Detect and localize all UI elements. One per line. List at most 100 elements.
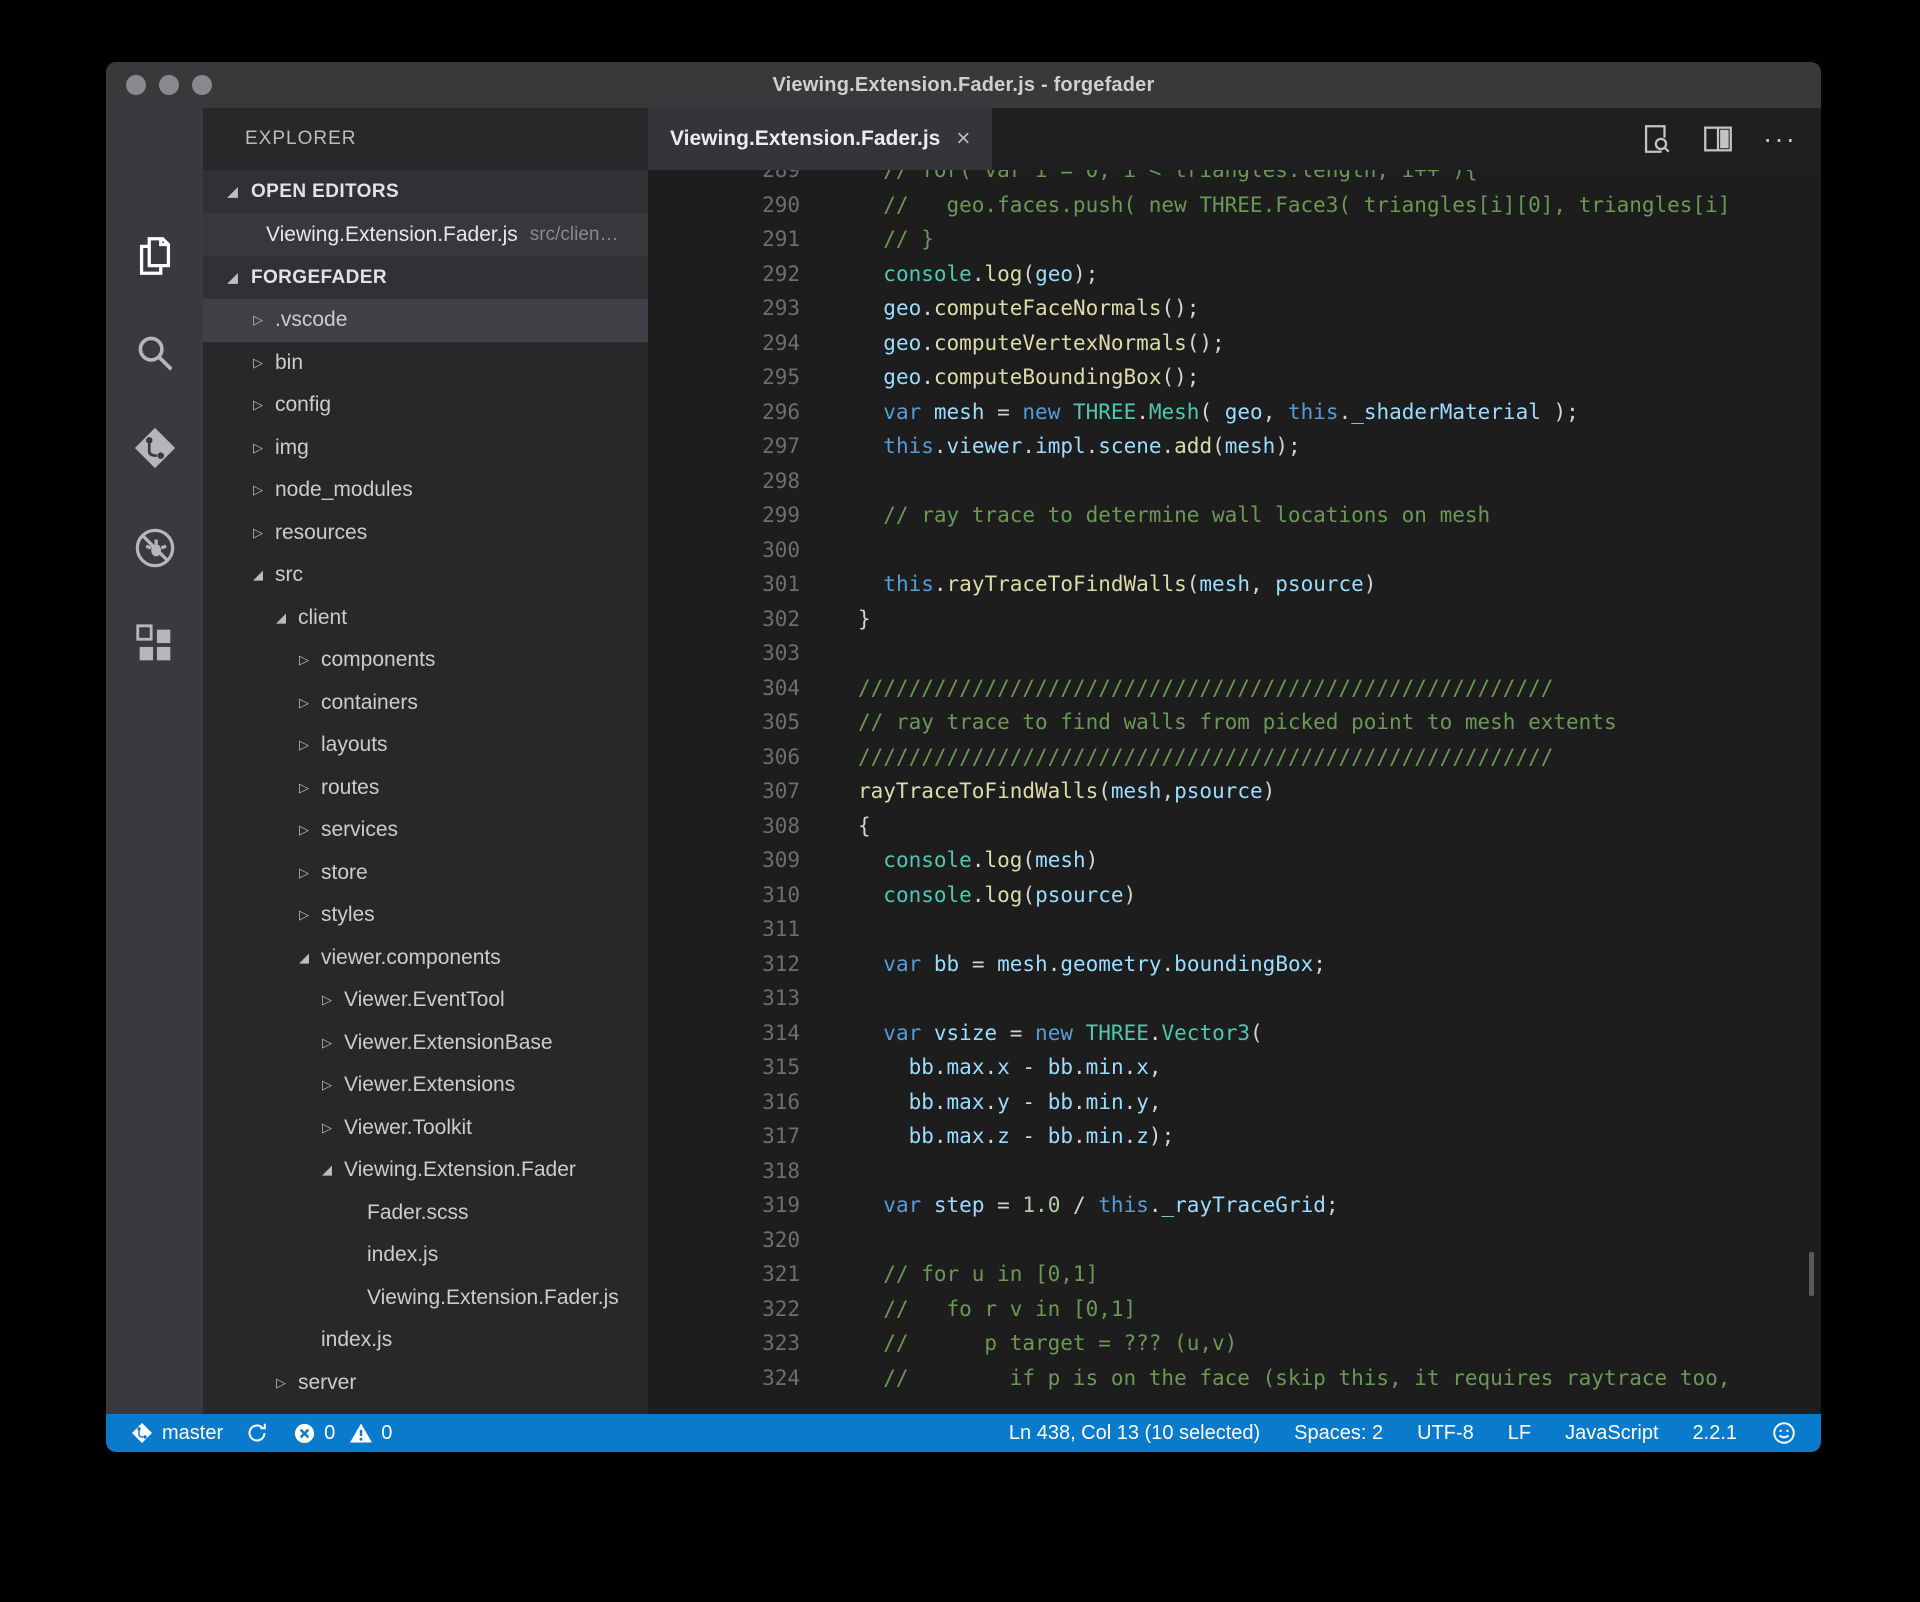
status-language-mode[interactable]: JavaScript [1565,1422,1658,1445]
chevron-collapsed-icon[interactable]: ▷ [296,652,312,668]
more-actions-icon[interactable]: ··· [1763,123,1797,155]
code-line[interactable]: 311 [648,912,1821,947]
tree-item-store[interactable]: ▷store [203,852,648,895]
open-preview-icon[interactable] [1639,122,1673,156]
code-line[interactable]: 315 bb.max.x - bb.min.x, [648,1050,1821,1085]
chevron-collapsed-icon[interactable]: ▷ [296,907,312,923]
tree-item-resources[interactable]: ▷resources [203,512,648,555]
tree-item-styles[interactable]: ▷styles [203,894,648,937]
project-root-header[interactable]: ◢ FORGEFADER [203,256,648,299]
problems-indicator[interactable]: 0 0 [293,1421,392,1445]
status-cursor-position[interactable]: Ln 438, Col 13 (10 selected) [1009,1422,1260,1445]
code-line[interactable]: 320 [648,1223,1821,1258]
open-editor-item[interactable]: Viewing.Extension.Fader.js src/clien… [203,213,648,256]
code-line[interactable]: 323 // p target = ??? (u,v) [648,1326,1821,1361]
code-line[interactable]: 322 // fo r v in [0,1] [648,1292,1821,1327]
close-window-button[interactable] [126,75,146,95]
code-line[interactable]: 305// ray trace to find walls from picke… [648,705,1821,740]
code-line[interactable]: 307rayTraceToFindWalls(mesh,psource) [648,774,1821,809]
tree-item-containers[interactable]: ▷containers [203,682,648,725]
search-icon[interactable] [131,329,179,377]
tab-viewing-extension-fader[interactable]: Viewing.Extension.Fader.js × [648,108,992,170]
tree-item--vscode[interactable]: ▷.vscode [203,299,648,342]
tree-item-node-modules[interactable]: ▷node_modules [203,469,648,512]
code-line[interactable]: 297 this.viewer.impl.scene.add(mesh); [648,429,1821,464]
code-line[interactable]: 319 var step = 1.0 / this._rayTraceGrid; [648,1188,1821,1223]
chevron-collapsed-icon[interactable]: ▷ [250,397,266,413]
code-line[interactable]: 318 [648,1154,1821,1189]
zoom-window-button[interactable] [192,75,212,95]
chevron-expanded-icon[interactable]: ◢ [319,1162,335,1178]
chevron-collapsed-icon[interactable]: ▷ [296,695,312,711]
code-line[interactable]: 292 console.log(geo); [648,257,1821,292]
tree-item-index-js[interactable]: index.js [203,1234,648,1277]
chevron-expanded-icon[interactable]: ◢ [296,950,312,966]
tree-item-server[interactable]: ▷server [203,1362,648,1405]
code-line[interactable]: 308{ [648,809,1821,844]
tree-item-layouts[interactable]: ▷layouts [203,724,648,767]
tree-item-routes[interactable]: ▷routes [203,767,648,810]
tree-item-config[interactable]: ▷config [203,384,648,427]
open-editors-header[interactable]: ◢ OPEN EDITORS [203,170,648,213]
code-line[interactable]: 316 bb.max.y - bb.min.y, [648,1085,1821,1120]
code-line[interactable]: 289 // for( var i = 0; i < triangles.len… [648,170,1821,188]
code-line[interactable]: 303 [648,636,1821,671]
chevron-collapsed-icon[interactable]: ▷ [319,1077,335,1093]
chevron-collapsed-icon[interactable]: ▷ [319,1120,335,1136]
code-line[interactable]: 296 var mesh = new THREE.Mesh( geo, this… [648,395,1821,430]
code-line[interactable]: 314 var vsize = new THREE.Vector3( [648,1016,1821,1051]
code-line[interactable]: 301 this.rayTraceToFindWalls(mesh, psour… [648,567,1821,602]
code-line[interactable]: 306/////////////////////////////////////… [648,740,1821,775]
tree-item-img[interactable]: ▷img [203,427,648,470]
code-line[interactable]: 298 [648,464,1821,499]
code-line[interactable]: 295 geo.computeBoundingBox(); [648,360,1821,395]
tree-item-index-js[interactable]: index.js [203,1319,648,1362]
chevron-collapsed-icon[interactable]: ▷ [296,865,312,881]
sync-icon[interactable] [245,1421,269,1445]
chevron-collapsed-icon[interactable]: ▷ [250,525,266,541]
tree-item-fader-scss[interactable]: Fader.scss [203,1192,648,1235]
code-line[interactable]: 302} [648,602,1821,637]
code-line[interactable]: 312 var bb = mesh.geometry.boundingBox; [648,947,1821,982]
git-branch-indicator[interactable]: master [130,1421,223,1445]
code-line[interactable]: 293 geo.computeFaceNormals(); [648,291,1821,326]
code-line[interactable]: 294 geo.computeVertexNormals(); [648,326,1821,361]
code-line[interactable]: 310 console.log(psource) [648,878,1821,913]
feedback-smiley-icon[interactable] [1771,1420,1797,1446]
close-tab-icon[interactable]: × [956,125,970,153]
tree-item-bin[interactable]: ▷bin [203,342,648,385]
tree-item-viewer-eventtool[interactable]: ▷Viewer.EventTool [203,979,648,1022]
extensions-icon[interactable] [131,621,179,669]
explorer-icon[interactable] [131,232,179,280]
code-line[interactable]: 317 bb.max.z - bb.min.z); [648,1119,1821,1154]
chevron-collapsed-icon[interactable]: ▷ [296,737,312,753]
code-line[interactable]: 299 // ray trace to determine wall locat… [648,498,1821,533]
code-line[interactable]: 324 // if p is on the face (skip this, i… [648,1361,1821,1396]
code-line[interactable]: 300 [648,533,1821,568]
status-eol[interactable]: LF [1508,1422,1531,1445]
chevron-collapsed-icon[interactable]: ▷ [319,992,335,1008]
chevron-collapsed-icon[interactable]: ▷ [273,1375,289,1391]
code-line[interactable]: 304/////////////////////////////////////… [648,671,1821,706]
chevron-collapsed-icon[interactable]: ▷ [319,1035,335,1051]
code-line[interactable]: 321 // for u in [0,1] [648,1257,1821,1292]
tree-item-viewer-components[interactable]: ◢viewer.components [203,937,648,980]
chevron-collapsed-icon[interactable]: ▷ [250,440,266,456]
scrollbar-thumb[interactable] [1809,1252,1814,1296]
split-editor-icon[interactable] [1701,122,1735,156]
minimize-window-button[interactable] [159,75,179,95]
status-indentation[interactable]: Spaces: 2 [1294,1422,1383,1445]
tree-item-client[interactable]: ◢client [203,597,648,640]
code-line[interactable]: 291 // } [648,222,1821,257]
chevron-collapsed-icon[interactable]: ▷ [250,355,266,371]
status-version[interactable]: 2.2.1 [1693,1422,1737,1445]
tree-item-viewing-extension-fader-js[interactable]: Viewing.Extension.Fader.js [203,1277,648,1320]
chevron-collapsed-icon[interactable]: ▷ [250,482,266,498]
code-line[interactable]: 313 [648,981,1821,1016]
tree-item-services[interactable]: ▷services [203,809,648,852]
source-control-icon[interactable] [131,424,179,472]
code-area[interactable]: 289 // for( var i = 0; i < triangles.len… [648,170,1821,1414]
tree-item-src[interactable]: ◢src [203,554,648,597]
chevron-collapsed-icon[interactable]: ▷ [296,780,312,796]
tree-item-viewer-extensions[interactable]: ▷Viewer.Extensions [203,1064,648,1107]
